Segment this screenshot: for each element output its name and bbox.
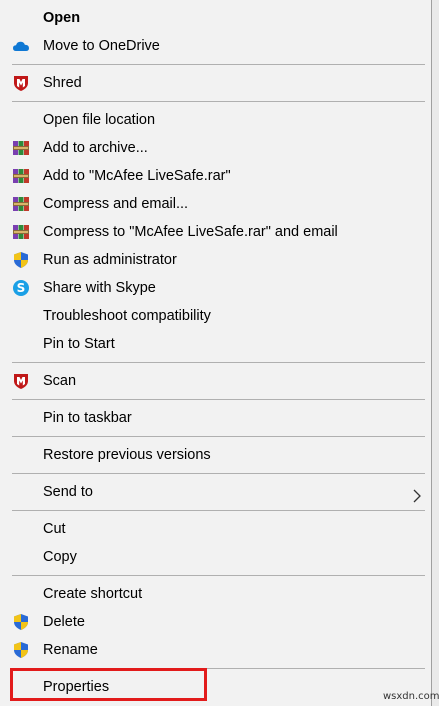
menu-item-label: Copy (43, 549, 77, 565)
menu-item-label: Open file location (43, 112, 156, 128)
menu-item-label: Pin to taskbar (43, 410, 132, 426)
menu-separator (12, 101, 425, 102)
watermark: wsxdn.com (383, 691, 439, 702)
svg-text:S: S (17, 281, 26, 295)
menu-item-compress-and-email[interactable]: Compress and email... (0, 190, 431, 218)
highlight-box (10, 668, 207, 701)
uac-shield-icon (12, 613, 30, 631)
skype-icon: S (12, 279, 30, 297)
chevron-right-icon (410, 485, 424, 503)
menu-separator (12, 510, 425, 511)
menu-item-label: Restore previous versions (43, 447, 211, 463)
menu-item-label: Add to archive... (43, 140, 148, 156)
menu-item-create-shortcut[interactable]: Create shortcut (0, 580, 431, 608)
menu-separator (12, 362, 425, 363)
menu-item-share-with-skype[interactable]: S Share with Skype (0, 274, 431, 302)
menu-separator (12, 575, 425, 576)
menu-item-label: Pin to Start (43, 336, 115, 352)
menu-item-label: Scan (43, 373, 77, 389)
menu-item-add-to-archive[interactable]: Add to archive... (0, 134, 431, 162)
menu-item-label: Open (43, 10, 81, 26)
mcafee-shield-icon (12, 74, 30, 92)
menu-item-label: Share with Skype (43, 280, 156, 296)
menu-item-shred[interactable]: Shred (0, 69, 431, 97)
menu-item-label: Compress and email... (43, 196, 189, 212)
menu-item-send-to[interactable]: Send to (0, 478, 431, 506)
winrar-books-icon (12, 195, 30, 213)
menu-item-pin-to-start[interactable]: Pin to Start (0, 330, 431, 358)
menu-item-label: Create shortcut (43, 586, 143, 602)
menu-item-delete[interactable]: Delete (0, 608, 431, 636)
menu-item-open[interactable]: Open (0, 4, 431, 32)
menu-item-compress-to-rar-and-email[interactable]: Compress to "McAfee LiveSafe.rar" and em… (0, 218, 431, 246)
menu-item-scan[interactable]: Scan (0, 367, 431, 395)
winrar-books-icon (12, 167, 30, 185)
menu-separator (12, 436, 425, 437)
menu-separator (12, 399, 425, 400)
menu-item-label: Delete (43, 614, 85, 630)
menu-item-label: Shred (43, 75, 82, 91)
menu-item-troubleshoot-compatibility[interactable]: Troubleshoot compatibility (0, 302, 431, 330)
onedrive-cloud-icon (12, 37, 30, 55)
menu-item-label: Move to OneDrive (43, 38, 160, 54)
uac-shield-icon (12, 251, 30, 269)
menu-item-cut[interactable]: Cut (0, 515, 431, 543)
menu-separator (12, 473, 425, 474)
menu-item-move-to-onedrive[interactable]: Move to OneDrive (0, 32, 431, 60)
menu-item-label: Add to "McAfee LiveSafe.rar" (43, 168, 231, 184)
menu-item-pin-to-taskbar[interactable]: Pin to taskbar (0, 404, 431, 432)
winrar-books-icon (12, 223, 30, 241)
menu-item-add-to-rar[interactable]: Add to "McAfee LiveSafe.rar" (0, 162, 431, 190)
uac-shield-icon (12, 641, 30, 659)
menu-item-label: Rename (43, 642, 98, 658)
mcafee-shield-icon (12, 372, 30, 390)
menu-item-run-as-administrator[interactable]: Run as administrator (0, 246, 431, 274)
menu-item-label: Run as administrator (43, 252, 177, 268)
background-window-edge (432, 0, 439, 706)
menu-item-copy[interactable]: Copy (0, 543, 431, 571)
menu-item-label: Send to (43, 484, 93, 500)
menu-item-label: Cut (43, 521, 66, 537)
winrar-books-icon (12, 139, 30, 157)
menu-item-rename[interactable]: Rename (0, 636, 431, 664)
menu-item-restore-previous-versions[interactable]: Restore previous versions (0, 441, 431, 469)
menu-separator (12, 64, 425, 65)
menu-item-open-file-location[interactable]: Open file location (0, 106, 431, 134)
context-menu: Open Move to OneDrive Shred Open file lo… (0, 0, 432, 706)
menu-item-label: Troubleshoot compatibility (43, 308, 211, 324)
menu-item-label: Compress to "McAfee LiveSafe.rar" and em… (43, 224, 338, 240)
